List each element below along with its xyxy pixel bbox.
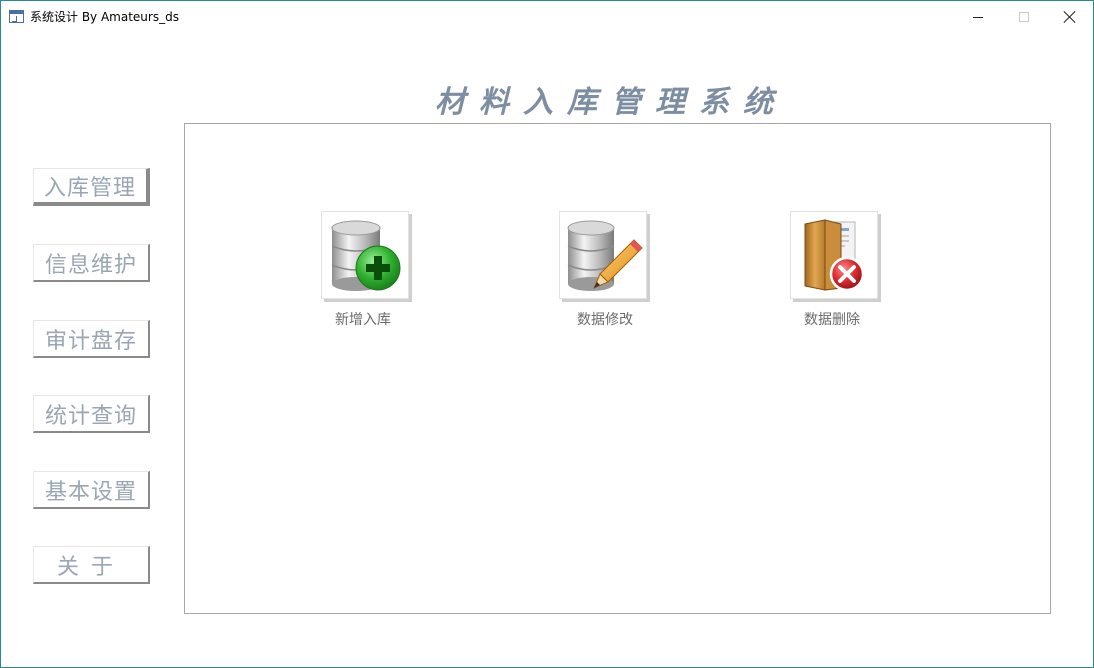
- nav-button-inbound-management[interactable]: 入库管理: [33, 168, 150, 206]
- page-title: 材料入库管理系统: [435, 85, 787, 120]
- edit-data-button[interactable]: [559, 211, 647, 299]
- main-panel: [184, 123, 1051, 614]
- close-button[interactable]: [1047, 1, 1093, 33]
- delete-data-button[interactable]: [790, 211, 878, 299]
- nav-button-basic-settings[interactable]: 基本设置: [33, 471, 150, 509]
- maximize-icon: [1019, 12, 1029, 22]
- add-inbound-label: 新增入库: [335, 312, 391, 328]
- folder-delete-icon: [804, 219, 865, 292]
- minimize-button[interactable]: [955, 1, 1001, 33]
- add-inbound-button[interactable]: [321, 211, 409, 299]
- title-bar[interactable]: 系统设计 By Amateurs_ds: [1, 1, 1093, 33]
- app-form-icon: [9, 10, 24, 23]
- nav-button-statistics-query[interactable]: 统计查询: [33, 395, 150, 433]
- maximize-button[interactable]: [1001, 1, 1047, 33]
- window-title: 系统设计 By Amateurs_ds: [30, 10, 179, 24]
- close-icon: [1064, 11, 1076, 23]
- database-add-icon: [331, 220, 401, 291]
- edit-data-label: 数据修改: [577, 312, 633, 328]
- minimize-icon: [973, 16, 983, 18]
- database-edit-icon: [567, 220, 643, 291]
- nav-button-info-maintenance[interactable]: 信息维护: [33, 244, 150, 282]
- app-window: 系统设计 By Amateurs_ds 材料入库管理系统 入库管理 信息维护 审…: [0, 0, 1094, 668]
- nav-button-about[interactable]: 关于: [33, 546, 150, 584]
- nav-button-audit-inventory[interactable]: 审计盘存: [33, 320, 150, 358]
- delete-data-label: 数据删除: [804, 312, 860, 328]
